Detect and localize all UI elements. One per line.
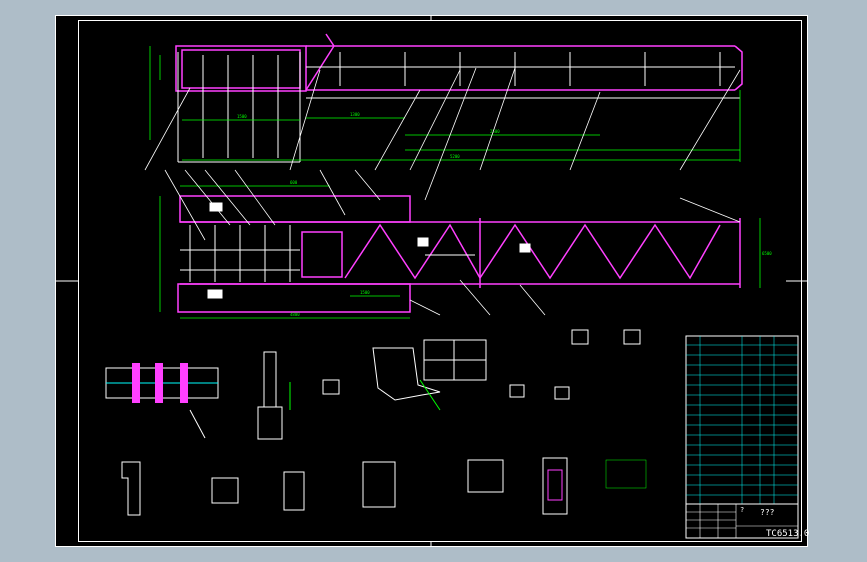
detail-brackets	[121, 457, 568, 516]
title-block: ??? ? TC6513.0	[685, 503, 809, 539]
dim-4800: 4800	[290, 312, 300, 317]
notes-block	[605, 459, 647, 489]
elevation-outline	[177, 52, 740, 163]
detail-views	[105, 329, 647, 516]
center-marks	[55, 15, 808, 547]
elevation-view: 1500 1300 2500 5200	[144, 33, 743, 201]
dim-2500: 2500	[490, 129, 500, 134]
elevation-dim-text: 1500 1300 2500 5200	[237, 112, 500, 159]
mark-glyph: ?	[740, 506, 744, 514]
dim-1500: 1500	[237, 114, 247, 119]
plan-leaders	[164, 169, 741, 316]
detail-bucket	[372, 339, 487, 411]
title-glyphs: ???	[760, 508, 775, 517]
dim-6500: 6500	[762, 251, 772, 256]
parts-list-rows	[686, 336, 798, 504]
detail-pipe	[105, 363, 219, 439]
cad-drawing-canvas: 1500 1300 2500 5200 600 1500 4800 6500 ?…	[55, 15, 809, 547]
detail-column	[257, 351, 291, 440]
plan-view: 600 1500 4800 6500	[159, 169, 772, 319]
plan-structure	[177, 195, 741, 313]
dim-1300: 1300	[350, 112, 360, 117]
elevation-dimensions	[149, 46, 741, 162]
parts-list	[685, 335, 799, 505]
drawing-number: TC6513.0	[766, 529, 809, 539]
dim-1500-plan: 1500	[360, 290, 370, 295]
plan-dimensions	[159, 185, 761, 319]
dim-5200: 5200	[450, 154, 460, 159]
elevation-structure	[175, 33, 743, 92]
dim-600: 600	[290, 180, 298, 185]
